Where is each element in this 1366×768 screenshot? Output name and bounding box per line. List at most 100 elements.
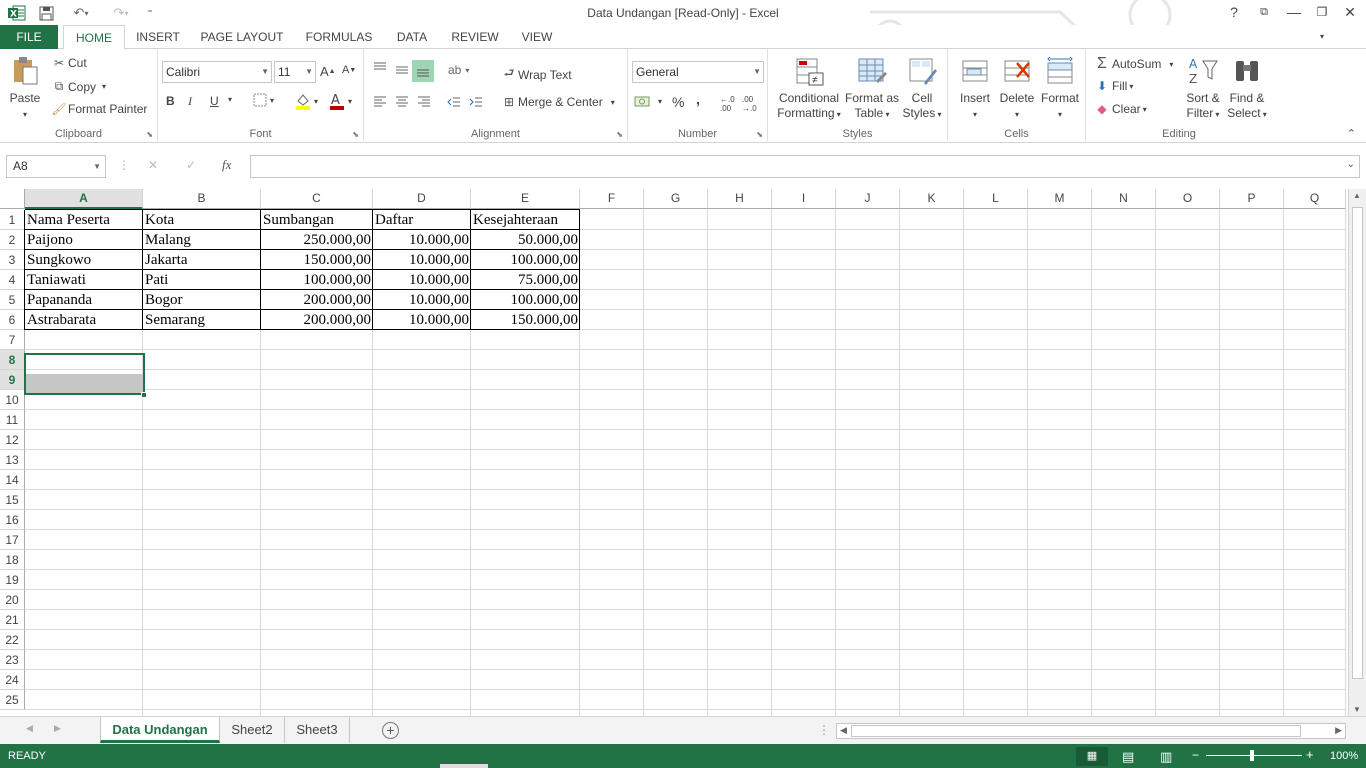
find-select-button[interactable]: Find & Select ▾	[1224, 55, 1270, 122]
column-header-q[interactable]: Q	[1284, 189, 1346, 209]
orientation-icon[interactable]: ab ▾	[448, 63, 469, 77]
copy-button[interactable]: ⧉ Copy ▾	[50, 79, 106, 94]
vertical-scrollbar[interactable]: ▲ ▼	[1348, 189, 1366, 716]
table-cell[interactable]: 150.000,00	[261, 250, 373, 271]
restore-button[interactable]: ❐	[1308, 0, 1336, 25]
tab-data[interactable]: DATA	[390, 25, 434, 49]
zoom-out-icon[interactable]: −	[1192, 748, 1199, 762]
row-header-20[interactable]: 20	[0, 590, 25, 610]
row-header-8[interactable]: 8	[0, 350, 25, 370]
decrease-indent-icon[interactable]	[446, 95, 462, 109]
insert-cells-button[interactable]: Insert ▾	[954, 55, 996, 122]
dialog-launcher-icon[interactable]: ⬊	[756, 130, 763, 139]
borders-icon[interactable]: ▾	[252, 92, 274, 108]
delete-cells-button[interactable]: Delete ▾	[996, 55, 1038, 122]
column-header-e[interactable]: E	[471, 189, 580, 209]
row-header-7[interactable]: 7	[0, 330, 25, 350]
table-cell[interactable]: 75.000,00	[471, 270, 580, 291]
wrap-text-button[interactable]: ⮐ Wrap Text	[500, 64, 572, 85]
row-header-15[interactable]: 15	[0, 490, 25, 510]
row-header-4[interactable]: 4	[0, 270, 25, 290]
align-center-icon[interactable]	[394, 95, 410, 109]
tab-review[interactable]: REVIEW	[446, 25, 504, 49]
row-header-10[interactable]: 10	[0, 390, 25, 410]
table-header-cell[interactable]: Kesejahteraan	[471, 210, 580, 231]
column-header-f[interactable]: F	[580, 189, 644, 209]
dialog-launcher-icon[interactable]: ⬊	[352, 130, 359, 139]
table-header-cell[interactable]: Kota	[143, 210, 261, 231]
row-header-17[interactable]: 17	[0, 530, 25, 550]
decrease-decimal-icon[interactable]: .00 →.0	[742, 95, 757, 113]
ribbon-collapse-icon[interactable]: ▾	[1314, 25, 1330, 49]
zoom-level[interactable]: 100%	[1330, 750, 1358, 762]
column-header-d[interactable]: D	[373, 189, 471, 209]
row-header-16[interactable]: 16	[0, 510, 25, 530]
font-name-combo[interactable]: Calibri ▼	[162, 61, 272, 83]
row-header-3[interactable]: 3	[0, 250, 25, 270]
sort-filter-button[interactable]: AZ Sort & Filter ▾	[1180, 55, 1226, 122]
column-header-k[interactable]: K	[900, 189, 964, 209]
row-header-11[interactable]: 11	[0, 410, 25, 430]
table-cell[interactable]: 10.000,00	[373, 290, 471, 311]
align-right-icon[interactable]	[416, 95, 432, 109]
table-cell[interactable]: 100.000,00	[471, 250, 580, 271]
table-cell[interactable]: 10.000,00	[373, 270, 471, 291]
table-cell[interactable]: 200.000,00	[261, 310, 373, 331]
table-cell[interactable]: 100.000,00	[261, 270, 373, 291]
column-header-o[interactable]: O	[1156, 189, 1220, 209]
table-cell[interactable]: 150.000,00	[471, 310, 580, 331]
table-cell[interactable]: Malang	[143, 230, 261, 251]
table-cell[interactable]: 10.000,00	[373, 230, 471, 251]
cancel-entry-icon[interactable]: ✕	[148, 158, 158, 172]
page-break-preview-icon[interactable]: ▥	[1160, 749, 1172, 765]
bold-button[interactable]: B	[166, 94, 175, 108]
percent-style-button[interactable]: %	[672, 94, 684, 110]
table-cell[interactable]: 250.000,00	[261, 230, 373, 251]
table-header-cell[interactable]: Daftar	[373, 210, 471, 231]
scroll-sheets-right-icon[interactable]: ▶	[54, 723, 61, 734]
comma-style-button[interactable]: ,	[696, 91, 700, 107]
tab-split-icon[interactable]: ⋮	[818, 723, 830, 737]
table-cell[interactable]: 200.000,00	[261, 290, 373, 311]
table-cell[interactable]: 50.000,00	[471, 230, 580, 251]
row-header-22[interactable]: 22	[0, 630, 25, 650]
row-header-6[interactable]: 6	[0, 310, 25, 330]
row-header-24[interactable]: 24	[0, 670, 25, 690]
table-cell[interactable]: Taniawati	[25, 270, 143, 291]
row-header-2[interactable]: 2	[0, 230, 25, 250]
table-cell[interactable]: Pati	[143, 270, 261, 291]
formula-input[interactable]: ⌄	[250, 155, 1360, 178]
column-header-i[interactable]: I	[772, 189, 836, 209]
scroll-up-icon[interactable]: ▲	[1353, 191, 1361, 200]
scroll-sheets-left-icon[interactable]: ◀	[26, 723, 33, 734]
page-layout-view-icon[interactable]: ▤	[1122, 749, 1134, 765]
confirm-entry-icon[interactable]: ✓	[186, 158, 196, 172]
new-sheet-icon[interactable]: +	[382, 722, 399, 739]
row-header-1[interactable]: 1	[0, 210, 25, 230]
column-header-l[interactable]: L	[964, 189, 1028, 209]
tab-page-layout[interactable]: PAGE LAYOUT	[196, 25, 288, 49]
help-button[interactable]: ?	[1220, 0, 1248, 25]
number-format-combo[interactable]: General ▼	[632, 61, 764, 83]
worksheet-grid[interactable]: ABCDEFGHIJKLMNOPQ 1 2 3 4 5 6 7 8 9 10 11 12 13 14 15 1…	[0, 189, 1366, 716]
table-cell[interactable]: Astrabarata	[25, 310, 143, 331]
sheet-tab-sheet3[interactable]: Sheet3	[285, 717, 350, 743]
format-as-table-button[interactable]: Format as Table ▾	[844, 55, 900, 122]
tab-insert[interactable]: INSERT	[132, 25, 184, 49]
close-button[interactable]: ✕	[1336, 0, 1364, 25]
cell-styles-button[interactable]: Cell Styles ▾	[900, 55, 944, 122]
tab-file[interactable]: FILE	[0, 25, 58, 49]
scroll-right-icon[interactable]: ▶	[1335, 725, 1342, 736]
collapse-ribbon-icon[interactable]: ⌃	[1347, 127, 1356, 140]
increase-indent-icon[interactable]	[468, 95, 484, 109]
name-box-dropdown-icon[interactable]: ▼	[93, 156, 101, 177]
row-header-18[interactable]: 18	[0, 550, 25, 570]
normal-view-icon[interactable]: ▦	[1076, 747, 1108, 766]
align-left-icon[interactable]	[372, 95, 388, 109]
dialog-launcher-icon[interactable]: ⬊	[146, 130, 153, 139]
select-all-corner[interactable]	[0, 189, 25, 209]
minimize-button[interactable]: —	[1280, 0, 1308, 25]
row-header-13[interactable]: 13	[0, 450, 25, 470]
vertical-scroll-thumb[interactable]	[1352, 207, 1363, 679]
italic-button[interactable]: I	[188, 94, 192, 109]
